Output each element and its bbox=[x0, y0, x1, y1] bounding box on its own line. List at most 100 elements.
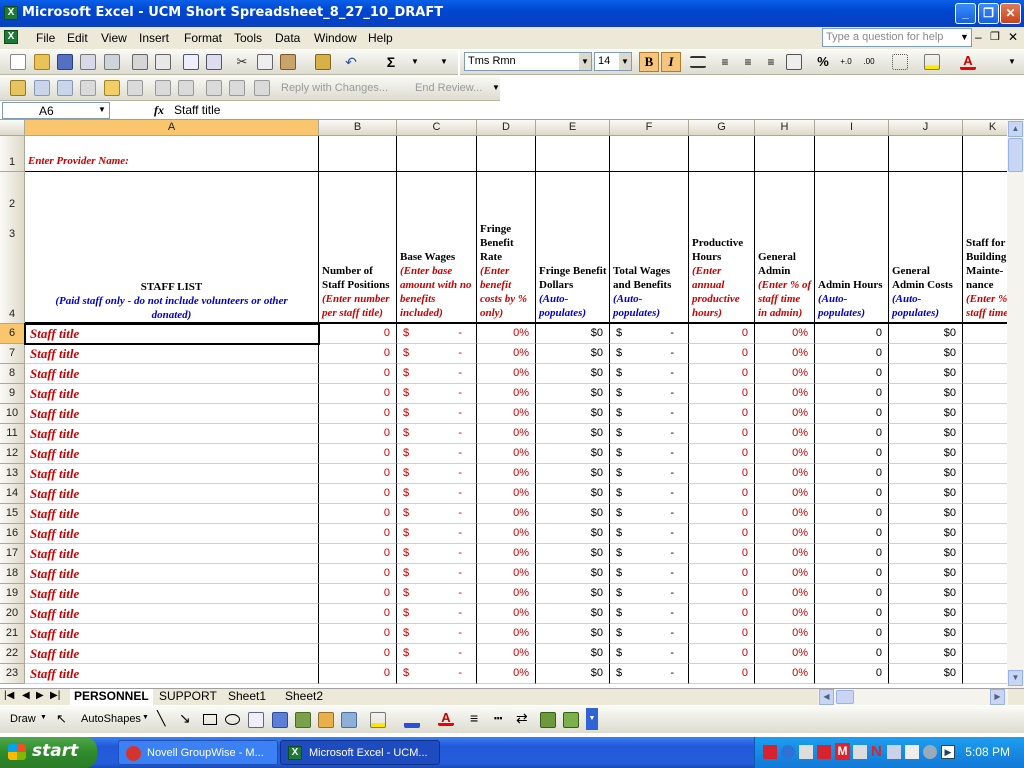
column-header-g[interactable]: G bbox=[689, 120, 755, 136]
prev-sheet-icon[interactable]: ◀ bbox=[22, 690, 30, 701]
maint-cell[interactable]: 0 bbox=[963, 344, 1007, 364]
tray-alert-icon[interactable] bbox=[817, 745, 831, 759]
header-row1-cell[interactable] bbox=[963, 136, 1007, 172]
hours-cell[interactable]: 0 bbox=[689, 484, 755, 504]
admin-hours-cell[interactable]: 0 bbox=[815, 464, 889, 484]
row-header[interactable]: 1 bbox=[0, 136, 25, 172]
copy-icon[interactable] bbox=[257, 54, 273, 70]
bold-button[interactable]: B bbox=[639, 52, 659, 72]
rate-cell[interactable]: 0% bbox=[477, 544, 536, 564]
scroll-down-icon[interactable]: ▼ bbox=[1008, 670, 1023, 686]
wage-cell[interactable]: $ - bbox=[397, 584, 477, 604]
positions-cell[interactable]: 0 bbox=[319, 644, 397, 664]
undo-icon[interactable]: ↶ bbox=[343, 54, 359, 70]
admin-hours-cell[interactable]: 0 bbox=[815, 584, 889, 604]
admin-costs-cell[interactable]: $0 bbox=[889, 644, 963, 664]
fill-color-icon[interactable] bbox=[924, 54, 940, 70]
header-row1-cell[interactable] bbox=[477, 136, 536, 172]
positions-cell[interactable]: 0 bbox=[319, 664, 397, 684]
select-objects-icon[interactable]: ↖ bbox=[56, 711, 67, 727]
fringe-cell[interactable]: $0 bbox=[536, 424, 610, 444]
total-cell[interactable]: $ - bbox=[610, 664, 689, 684]
show-comment-icon[interactable] bbox=[80, 80, 96, 96]
tray-monitor-icon[interactable] bbox=[799, 745, 813, 759]
column-title-cell[interactable]: Fringe Benefit Dollars (Auto-populates) bbox=[536, 172, 610, 324]
provider-name-label[interactable]: Enter Provider Name: bbox=[25, 136, 319, 172]
select-all-corner[interactable] bbox=[0, 120, 25, 136]
draw-font-color-icon[interactable]: A bbox=[438, 710, 454, 726]
maint-cell[interactable]: 0 bbox=[963, 544, 1007, 564]
admin-pct-cell[interactable]: 0% bbox=[755, 524, 815, 544]
column-header-f[interactable]: F bbox=[610, 120, 689, 136]
column-title-cell[interactable]: Staff for Building Mainte-nance (Enter % … bbox=[963, 172, 1007, 324]
admin-pct-cell[interactable]: 0% bbox=[755, 424, 815, 444]
end-review-button[interactable]: End Review... bbox=[415, 82, 482, 94]
hours-cell[interactable]: 0 bbox=[689, 604, 755, 624]
total-cell[interactable]: $ - bbox=[610, 484, 689, 504]
total-cell[interactable]: $ - bbox=[610, 644, 689, 664]
tray-mcafee-icon[interactable]: M bbox=[835, 743, 850, 760]
row-header[interactable]: 20 bbox=[0, 604, 25, 624]
admin-hours-cell[interactable]: 0 bbox=[815, 444, 889, 464]
column-title-cell[interactable]: Base Wages (Enter base amount with no ben… bbox=[397, 172, 477, 324]
staff-title-cell[interactable]: Staff title bbox=[25, 444, 319, 464]
hours-cell[interactable]: 0 bbox=[689, 564, 755, 584]
fringe-cell[interactable]: $0 bbox=[536, 584, 610, 604]
rate-cell[interactable]: 0% bbox=[477, 644, 536, 664]
maint-cell[interactable]: 0 bbox=[963, 444, 1007, 464]
total-cell[interactable]: $ - bbox=[610, 444, 689, 464]
menu-view[interactable]: View bbox=[101, 31, 127, 45]
admin-hours-cell[interactable]: 0 bbox=[815, 604, 889, 624]
print-preview-icon[interactable] bbox=[155, 54, 171, 70]
admin-pct-cell[interactable]: 0% bbox=[755, 324, 815, 344]
admin-hours-cell[interactable]: 0 bbox=[815, 524, 889, 544]
row-header[interactable]: 10 bbox=[0, 404, 25, 424]
maint-cell[interactable]: 0 bbox=[963, 624, 1007, 644]
total-cell[interactable]: $ - bbox=[610, 564, 689, 584]
positions-cell[interactable]: 0 bbox=[319, 544, 397, 564]
positions-cell[interactable]: 0 bbox=[319, 524, 397, 544]
print-icon[interactable] bbox=[132, 54, 148, 70]
wage-cell[interactable]: $ - bbox=[397, 564, 477, 584]
column-header-k[interactable]: K bbox=[963, 120, 1007, 136]
wage-cell[interactable]: $ - bbox=[397, 364, 477, 384]
discussion-icon[interactable] bbox=[254, 80, 270, 96]
admin-pct-cell[interactable]: 0% bbox=[755, 364, 815, 384]
column-header-h[interactable]: H bbox=[755, 120, 815, 136]
positions-cell[interactable]: 0 bbox=[319, 604, 397, 624]
rate-cell[interactable]: 0% bbox=[477, 504, 536, 524]
rate-cell[interactable]: 0% bbox=[477, 604, 536, 624]
admin-hours-cell[interactable]: 0 bbox=[815, 344, 889, 364]
new-icon[interactable] bbox=[10, 54, 26, 70]
positions-cell[interactable]: 0 bbox=[319, 324, 397, 344]
column-title-cell[interactable]: Fringe Benefit Rate (Enter benefit costs … bbox=[477, 172, 536, 324]
fringe-cell[interactable]: $0 bbox=[536, 524, 610, 544]
shadow-style-icon[interactable] bbox=[540, 712, 556, 728]
draw-menu[interactable]: Draw bbox=[10, 713, 36, 725]
rate-cell[interactable]: 0% bbox=[477, 624, 536, 644]
reply-with-changes-button[interactable]: Reply with Changes... bbox=[281, 82, 388, 94]
review-toolbar-options-icon[interactable]: ▼ bbox=[488, 80, 504, 96]
rate-cell[interactable]: 0% bbox=[477, 464, 536, 484]
positions-cell[interactable]: 0 bbox=[319, 584, 397, 604]
tray-settings-icon[interactable] bbox=[905, 745, 919, 759]
column-header-b[interactable]: B bbox=[319, 120, 397, 136]
column-title-cell[interactable]: General Admin (Enter % of staff time in a… bbox=[755, 172, 815, 324]
staff-title-cell[interactable]: Staff title bbox=[25, 424, 319, 444]
delete-comment-icon[interactable] bbox=[127, 80, 143, 96]
total-cell[interactable]: $ - bbox=[610, 424, 689, 444]
column-header-d[interactable]: D bbox=[477, 120, 536, 136]
maint-cell[interactable]: 0 bbox=[963, 604, 1007, 624]
admin-costs-cell[interactable]: $0 bbox=[889, 364, 963, 384]
fringe-cell[interactable]: $0 bbox=[536, 664, 610, 684]
staff-title-cell[interactable]: Staff title bbox=[25, 484, 319, 504]
admin-pct-cell[interactable]: 0% bbox=[755, 444, 815, 464]
decrease-decimal-icon[interactable]: .00 bbox=[861, 54, 877, 70]
draw-dropdown-icon[interactable]: ▼ bbox=[40, 714, 47, 721]
maint-cell[interactable]: 0 bbox=[963, 324, 1007, 344]
wage-cell[interactable]: $ - bbox=[397, 484, 477, 504]
admin-pct-cell[interactable]: 0% bbox=[755, 644, 815, 664]
admin-hours-cell[interactable]: 0 bbox=[815, 644, 889, 664]
staff-title-cell[interactable]: Staff title bbox=[25, 664, 319, 684]
fringe-cell[interactable]: $0 bbox=[536, 344, 610, 364]
